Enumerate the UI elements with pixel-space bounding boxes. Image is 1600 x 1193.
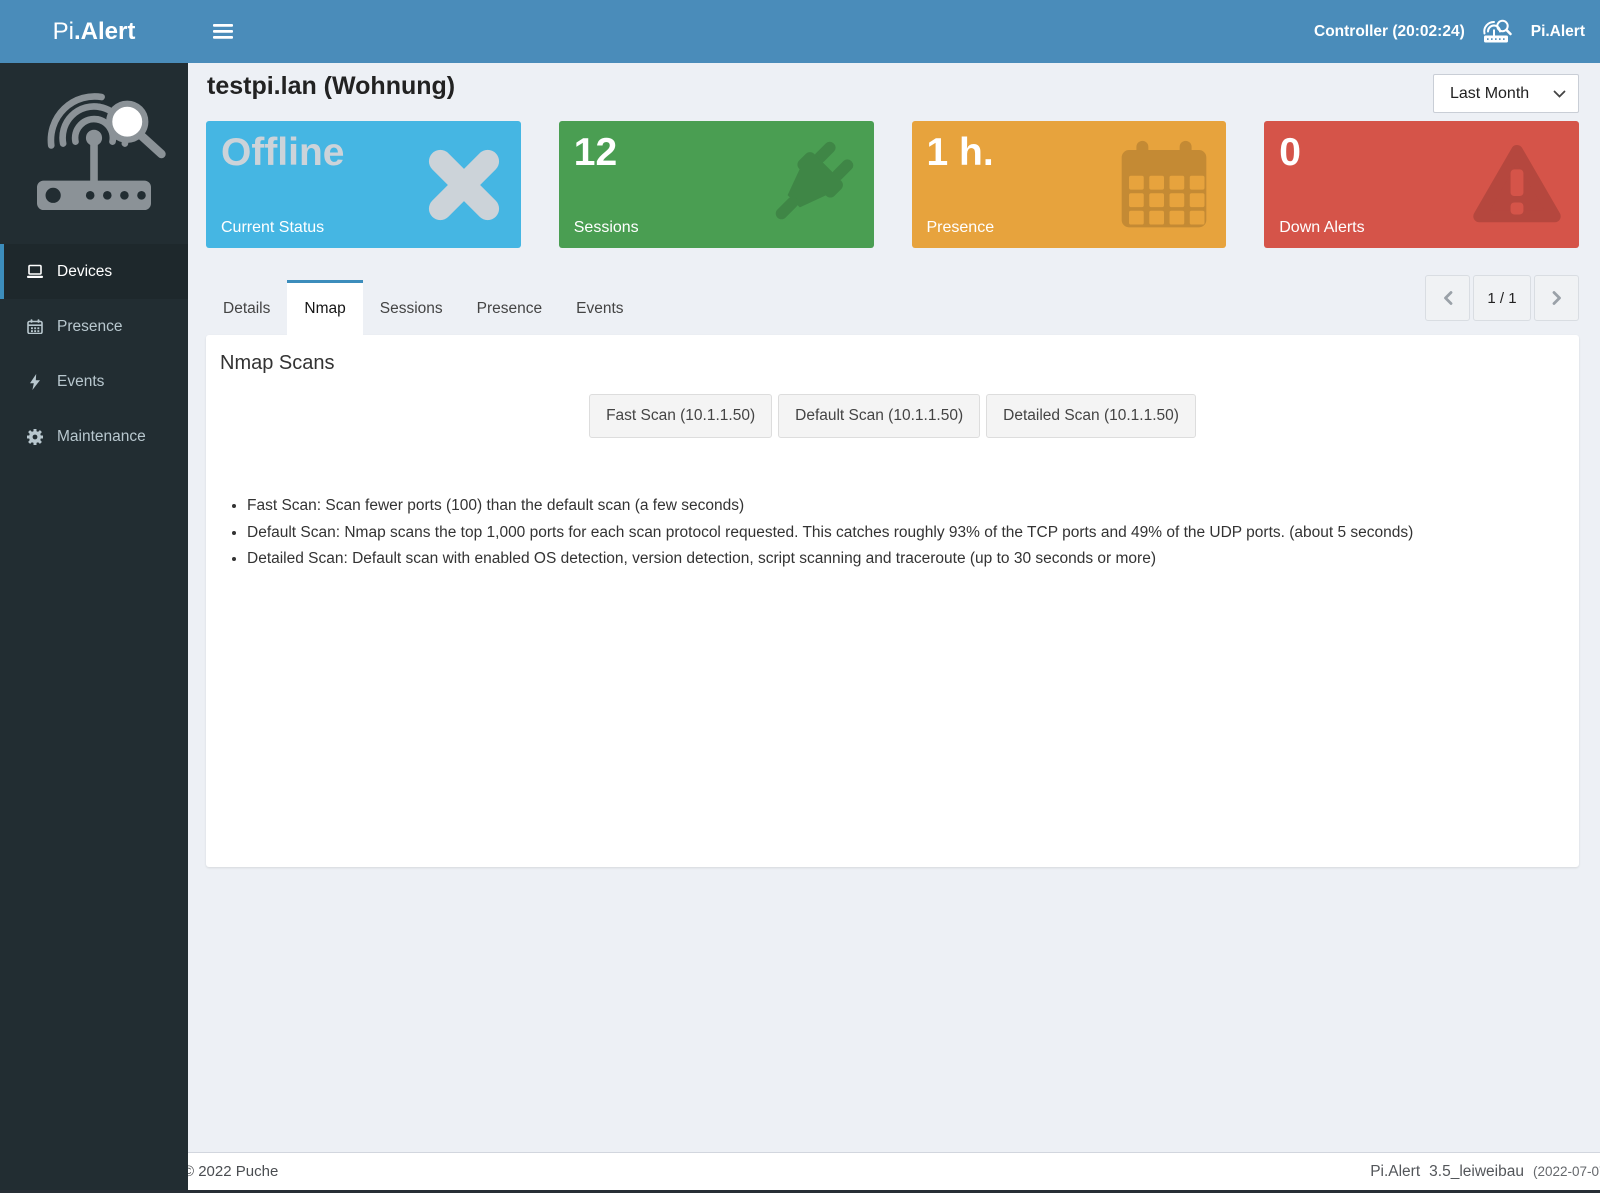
page-title: testpi.lan (Wohnung) — [207, 72, 456, 100]
sidebar-item-label: Events — [57, 372, 105, 390]
period-select[interactable]: Last Month — [1433, 74, 1579, 113]
laptop-icon — [26, 264, 44, 279]
device-pager: 1 / 1 — [1425, 275, 1579, 321]
footer-app-name: Pi.Alert — [1370, 1162, 1421, 1180]
sidebar-toggle-button[interactable] — [207, 17, 239, 46]
device-tabs: Details Nmap Sessions Presence Events 1 … — [206, 275, 1579, 335]
note-item: Default Scan: Nmap scans the top 1,000 p… — [247, 520, 1579, 547]
controller-status[interactable]: Controller (20:02:24) — [1314, 23, 1465, 41]
nmap-panel: Nmap Scans Fast Scan (10.1.1.50) Default… — [206, 335, 1579, 867]
nmap-panel-title: Nmap Scans — [220, 352, 335, 374]
stat-card-sessions: 12 Sessions — [558, 121, 874, 248]
nmap-notes-list: Fast Scan: Scan fewer ports (100) than t… — [206, 493, 1579, 573]
footer-version: Pi.Alert 3.5_leiweibau (2022-07-07) — [1370, 1163, 1600, 1181]
stat-label: Down Alerts — [1279, 219, 1365, 236]
tab-events[interactable]: Events — [559, 280, 640, 335]
navbar-right: Controller (20:02:24) Pi.Alert — [1314, 18, 1585, 45]
sidebar: Devices Presence Events Maintenance — [0, 63, 188, 1193]
nmap-scan-buttons: Fast Scan (10.1.1.50) Default Scan (10.1… — [206, 394, 1579, 438]
note-item: Fast Scan: Scan fewer ports (100) than t… — [247, 493, 1579, 520]
stat-card-down-alerts: 0 Down Alerts — [1264, 121, 1579, 248]
calendar-icon — [26, 319, 44, 334]
calendar-icon — [1118, 139, 1210, 231]
stat-label: Current Status — [221, 219, 325, 236]
warning-icon — [1471, 139, 1563, 231]
top-navbar: Pi .Alert Controller (20:02:24) Pi.Alert — [0, 0, 1600, 63]
tab-nmap[interactable]: Nmap — [287, 280, 363, 335]
plug-icon — [762, 137, 858, 233]
note-item: Detailed Scan: Default scan with enabled… — [247, 546, 1579, 573]
hamburger-icon — [213, 24, 233, 39]
page-header: testpi.lan (Wohnung) Last Month — [206, 63, 1579, 121]
tab-details[interactable]: Details — [206, 280, 287, 335]
chevron-right-icon — [1552, 291, 1561, 305]
stat-card-current-status: Offline Current Status — [206, 121, 521, 248]
x-icon — [423, 144, 505, 226]
app-logo[interactable]: Pi .Alert — [0, 0, 188, 63]
tab-sessions[interactable]: Sessions — [363, 280, 460, 335]
sidebar-item-label: Devices — [57, 262, 113, 280]
sidebar-item-presence[interactable]: Presence — [0, 299, 188, 354]
tab-presence[interactable]: Presence — [460, 280, 559, 335]
router-search-icon — [1480, 18, 1516, 45]
sidebar-item-label: Maintenance — [57, 427, 146, 445]
pager-prev-button[interactable] — [1425, 275, 1470, 321]
sidebar-item-label: Presence — [57, 317, 123, 335]
page-footer: © 2022 Puche Pi.Alert 3.5_leiweibau (202… — [170, 1152, 1600, 1190]
sidebar-menu: Devices Presence Events Maintenance — [0, 244, 188, 464]
app-logo-prefix: Pi — [52, 17, 74, 45]
pager-page-indicator: 1 / 1 — [1473, 275, 1531, 321]
period-select-value: Last Month — [1450, 84, 1530, 102]
main-content: testpi.lan (Wohnung) Last Month Offline … — [170, 63, 1600, 1193]
sidebar-item-events[interactable]: Events — [0, 354, 188, 409]
fast-scan-button[interactable]: Fast Scan (10.1.1.50) — [589, 394, 773, 438]
default-scan-button[interactable]: Default Scan (10.1.1.50) — [778, 394, 981, 438]
stat-label: Presence — [926, 219, 995, 236]
footer-version-number: 3.5_leiweibau — [1429, 1162, 1524, 1180]
navbar-app-label[interactable]: Pi.Alert — [1531, 23, 1585, 41]
chevron-left-icon — [1443, 291, 1452, 305]
bolt-icon — [26, 373, 44, 390]
navbar-main: Controller (20:02:24) Pi.Alert — [188, 0, 1600, 63]
stat-card-presence: 1 h. Presence — [911, 121, 1227, 248]
sidebar-item-maintenance[interactable]: Maintenance — [0, 409, 188, 464]
gear-icon — [26, 428, 44, 445]
detailed-scan-button[interactable]: Detailed Scan (10.1.1.50) — [986, 394, 1196, 438]
pialert-app: Pi .Alert Controller (20:02:24) Pi.Alert… — [0, 0, 1600, 1193]
stat-label: Sessions — [573, 219, 639, 236]
sidebar-item-devices[interactable]: Devices — [0, 244, 188, 299]
stat-cards: Offline Current Status 12 Sessions 1 h. … — [206, 121, 1579, 248]
chevron-down-icon — [1553, 90, 1566, 98]
sidebar-router-logo-icon — [0, 63, 188, 244]
app-logo-suffix: .Alert — [73, 17, 136, 45]
footer-version-date: (2022-07-07) — [1532, 1163, 1600, 1179]
footer-copyright: © 2022 Puche — [183, 1163, 279, 1180]
pager-next-button[interactable] — [1534, 275, 1579, 321]
